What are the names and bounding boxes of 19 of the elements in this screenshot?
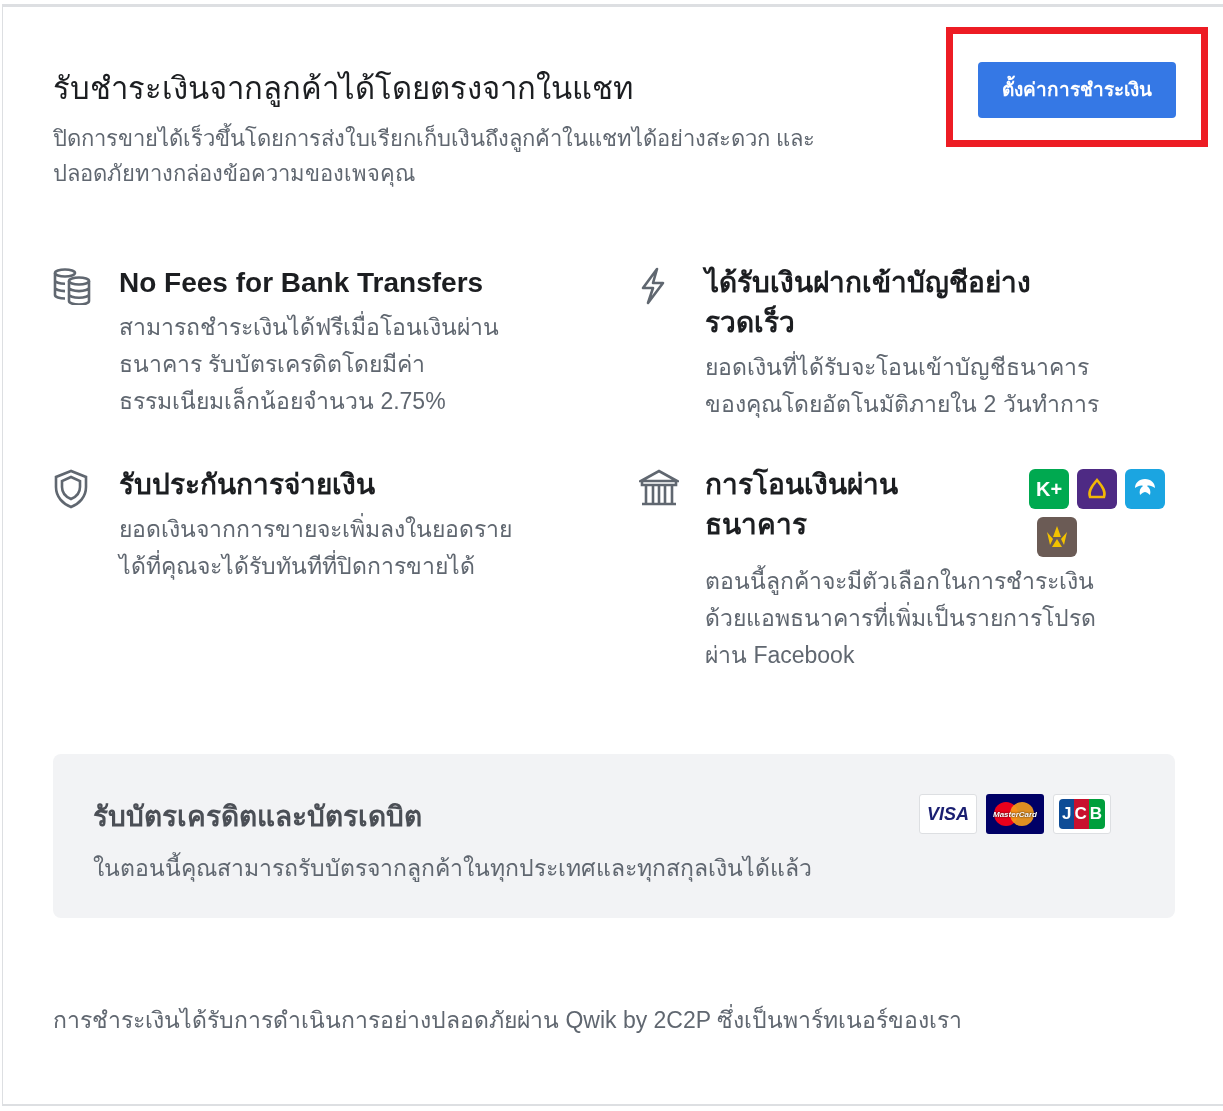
shield-icon xyxy=(53,469,89,509)
panel-description: ในตอนนี้คุณสามารถรับบัตรจากลูกค้าในทุกประเทศและทุกสกุลเงินได้แล้ว xyxy=(93,850,812,886)
feature-description: ยอดเงินจากการขายจะเพิ่มลงในยอดรายได้ที่คุณจะได้รับทันทีที่ปิดการขายได้ xyxy=(119,511,524,585)
bank-icon xyxy=(639,469,679,507)
feature-title: รับประกันการจ่ายเงิน xyxy=(119,468,375,502)
feature-description: ตอนนี้ลูกค้าจะมีตัวเลือกในการชำระเงินด้วยแอพธนาคารที่เพิ่มเป็นรายการโปรดผ่าน Facebook xyxy=(705,563,1110,674)
panel-title: รับบัตรเครดิตและบัตรเดบิต xyxy=(93,800,423,834)
footer-note: การชำระเงินได้รับการดำเนินการอย่างปลอดภัยผ่าน Qwik by 2C2P ซึ่งเป็นพาร์ทเนอร์ของเรา xyxy=(53,1002,1175,1038)
card-logo: VISA xyxy=(919,794,977,834)
coins-icon xyxy=(53,267,91,305)
setup-payments-button[interactable]: ตั้งค่าการชำระเงิน xyxy=(978,62,1176,118)
lightning-icon xyxy=(639,267,667,305)
page-description: ปิดการขายได้เร็วขึ้นโดยการส่งใบเรียกเก็บเงินถึงลูกค้าในแชทได้อย่างสะดวก และปลอดภัยทางกล่องข้อความของเพจคุณ xyxy=(53,121,843,191)
feature-description: สามารถชำระเงินได้ฟรีเมื่อโอนเงินผ่านธนาคาร รับบัตรเครดิตโดยมีค่าธรรมเนียมเล็กน้อยจำนวน 2.75% xyxy=(119,309,524,420)
feature-description: ยอดเงินที่ได้รับจะโอนเข้าบัญชีธนาคารของคุณโดยอัตโนมัติภายใน 2 วันทำการ xyxy=(705,349,1110,423)
feature-title: No Fees for Bank Transfers xyxy=(119,266,484,300)
feature-title: การโอนเงินผ่านธนาคาร xyxy=(705,467,899,542)
page-title: รับชำระเงินจากลูกค้าได้โดยตรงจากในแชท xyxy=(53,70,633,109)
bank-logo: K+ xyxy=(1029,469,1069,509)
